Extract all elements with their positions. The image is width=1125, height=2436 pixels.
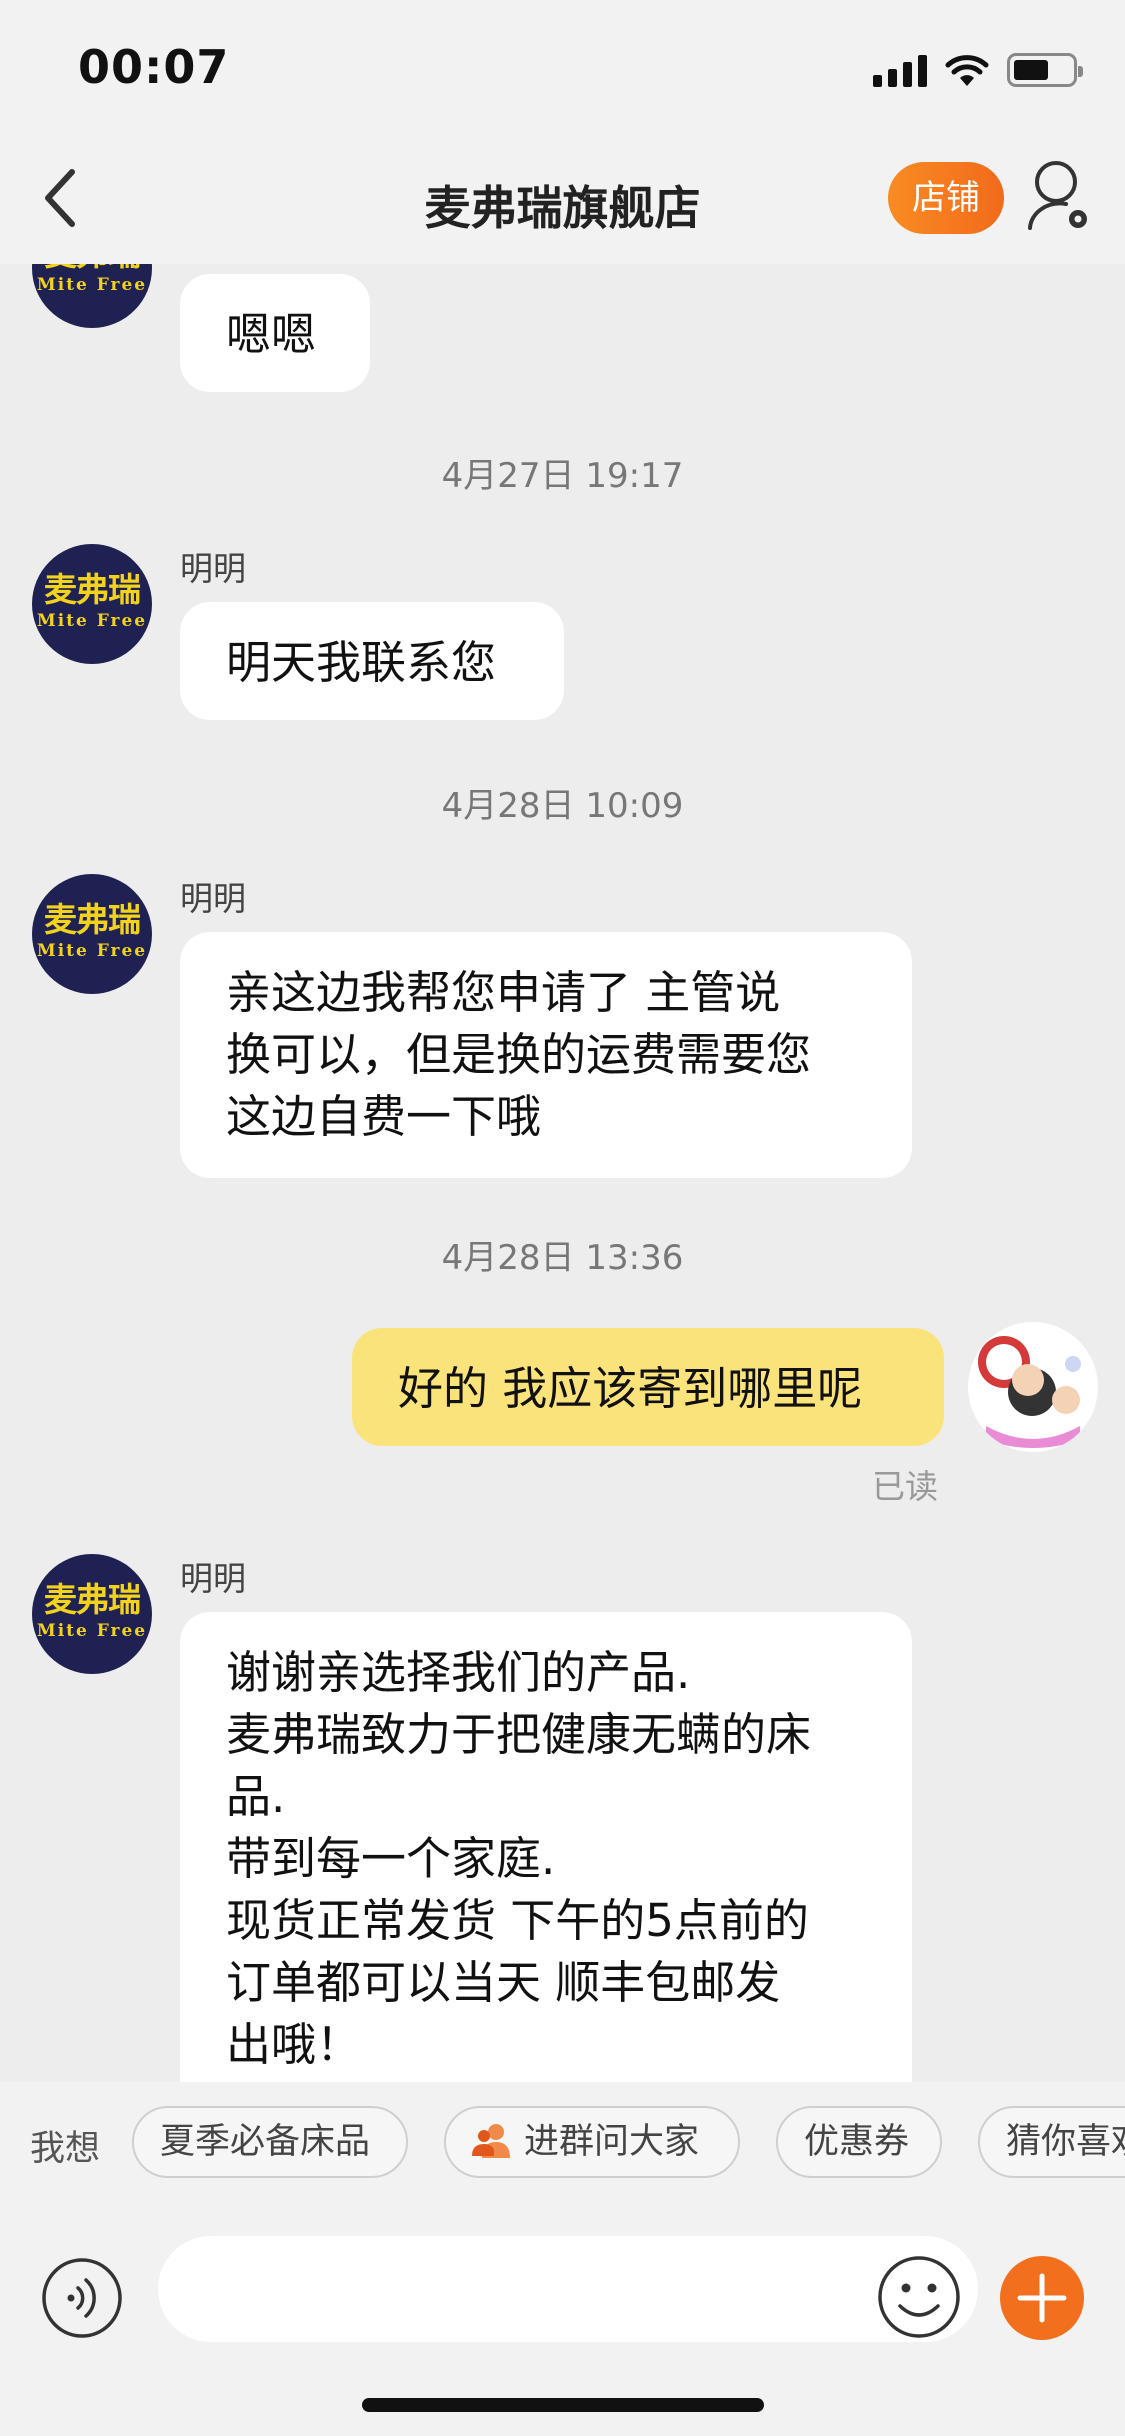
message-line: 谢谢亲选择我们的产品.	[226, 1646, 691, 1699]
message-bubble[interactable]: 谢谢亲选择我们的产品. 麦弗瑞致力于把健康无螨的床 品. 带到每一个家庭. 现货…	[180, 1612, 912, 2082]
quick-reply-label: 我想	[30, 2129, 101, 2169]
wifi-icon	[945, 55, 989, 86]
avatar-image-icon	[970, 1324, 1096, 1450]
voice-button[interactable]	[40, 2256, 124, 2340]
message-line: 这边自费一下哦	[226, 1090, 542, 1143]
battery-icon	[1007, 53, 1083, 87]
signal-icon	[873, 53, 927, 87]
status-icons	[873, 48, 1083, 92]
group-icon	[472, 2124, 510, 2158]
avatar[interactable]: 麦弗瑞 Mite Free	[32, 874, 152, 994]
message-bubble[interactable]: 亲这边我帮您申请了 主管说 换可以，但是换的运费需要您 这边自费一下哦	[180, 932, 912, 1178]
message-line: 换可以，但是换的运费需要您	[226, 1028, 812, 1081]
message-line: 订单都可以当天 顺丰包邮发	[226, 1956, 781, 2009]
message-input[interactable]	[158, 2236, 978, 2342]
message-line: 品.	[226, 1770, 286, 1823]
message-bubble[interactable]: 明天我联系您	[180, 602, 564, 720]
timestamp: 4月27日 19:17	[441, 456, 684, 496]
nav-bar: 麦弗瑞旗舰店 店铺	[0, 132, 1125, 264]
shop-button[interactable]: 店铺	[888, 162, 1004, 234]
avatar[interactable]: 麦弗瑞 Mite Free	[32, 264, 152, 328]
avatar[interactable]: 麦弗瑞 Mite Free	[32, 1554, 152, 1674]
status-bar: 00:07	[0, 0, 1125, 132]
message-line: 带到每一个家庭.	[226, 1832, 556, 1885]
message-line: 麦弗瑞致力于把健康无螨的床	[226, 1708, 812, 1761]
avatar[interactable]: 麦弗瑞 Mite Free	[32, 544, 152, 664]
smiley-icon	[878, 2256, 960, 2338]
sender-name: 明明	[180, 549, 246, 588]
chat-area[interactable]: 麦弗瑞 Mite Free 嗯嗯 4月27日 19:17 麦弗瑞 Mite Fr…	[0, 264, 1125, 2082]
chip-join-group[interactable]: 进群问大家	[444, 2106, 740, 2178]
chip-guess-you-like[interactable]: 猜你喜欢	[978, 2106, 1125, 2178]
my-avatar[interactable]	[968, 1322, 1098, 1452]
sender-name: 明明	[180, 1559, 246, 1598]
message-line: 出哦！	[226, 2018, 362, 2071]
timestamp: 4月28日 10:09	[441, 786, 684, 826]
voice-icon	[42, 2258, 122, 2338]
timestamp: 4月28日 13:36	[441, 1238, 684, 1278]
emoji-button[interactable]	[876, 2254, 962, 2340]
sender-name: 明明	[180, 879, 246, 918]
message-line: 现货正常发货 下午的5点前的	[226, 1894, 809, 1947]
chip-summer-bedding[interactable]: 夏季必备床品	[132, 2106, 408, 2178]
status-time: 00:07	[78, 40, 230, 94]
user-settings-icon	[1028, 161, 1087, 230]
my-message-bubble[interactable]: 好的 我应该寄到哪里呢	[352, 1328, 944, 1446]
message-bubble[interactable]: 嗯嗯	[180, 274, 370, 392]
add-button[interactable]	[1000, 2256, 1084, 2340]
profile-settings-button[interactable]	[1024, 156, 1100, 236]
home-indicator	[362, 2398, 764, 2412]
chip-coupon[interactable]: 优惠券	[776, 2106, 942, 2178]
plus-icon	[1017, 2273, 1067, 2323]
quick-reply-bar: 我想 夏季必备床品 进群问大家 优惠券 猜你喜欢	[0, 2082, 1125, 2208]
chip-label: 进群问大家	[524, 2122, 700, 2162]
message-line: 亲这边我帮您申请了 主管说	[226, 966, 781, 1019]
read-status: 已读	[872, 1467, 938, 1506]
